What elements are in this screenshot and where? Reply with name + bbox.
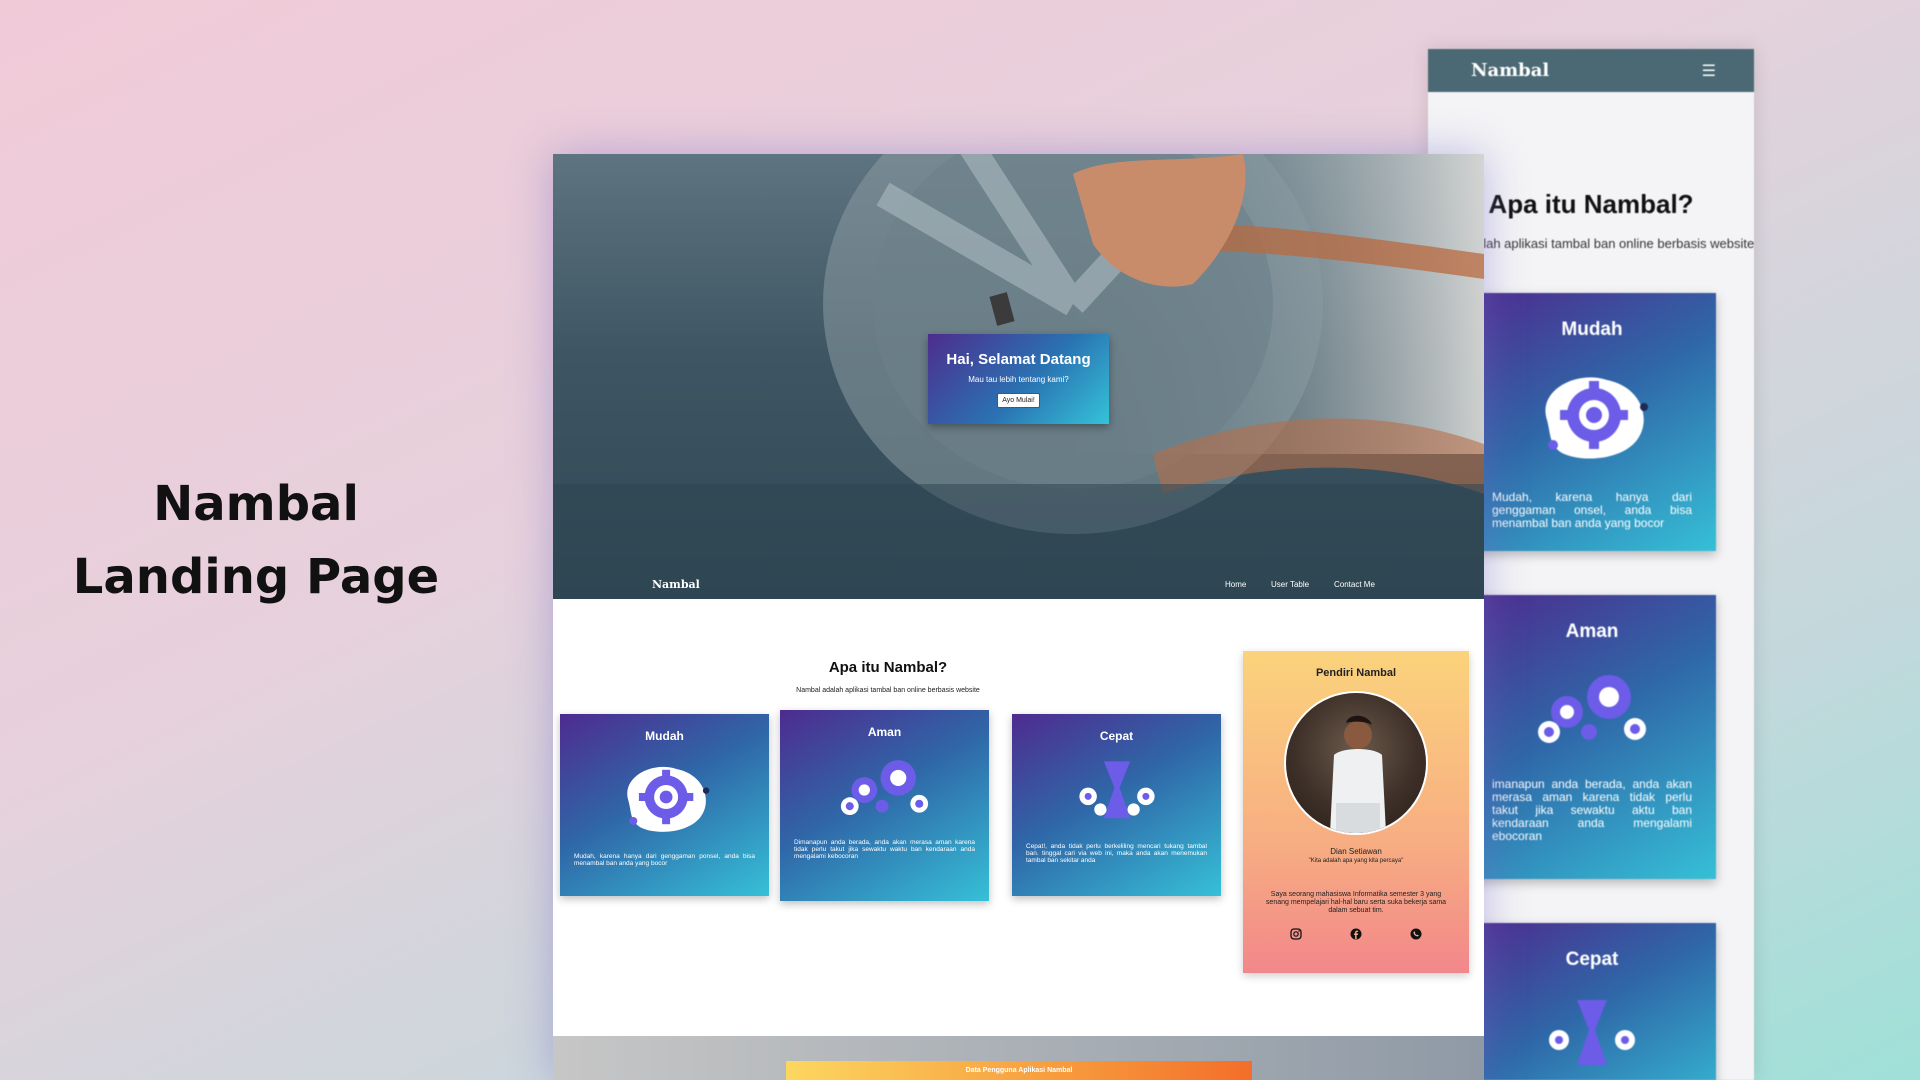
gear-blob-icon [627,766,710,832]
about-title: Apa itu Nambal? [828,659,948,676]
founder-photo [1330,715,1386,833]
mobile-card-aman: Aman imanapun anda berada, anda akan mer… [1468,595,1716,879]
desktop-navbar: Nambal Home User Table Contact Me [553,574,1484,599]
mobile-card-mudah: Mudah Mudah, karena hanya dari genggaman… [1468,293,1716,551]
founder-avatar [1284,691,1428,835]
whatsapp-icon[interactable] [1410,928,1422,940]
headline-line-1: Nambal [153,476,359,532]
facebook-icon[interactable] [1350,928,1362,940]
founder-heading: Pendiri Nambal [1315,667,1397,679]
card-desc: Cepat!, anda tidak perlu berkeliling men… [1026,843,1207,864]
mobile-navbar: Nambal ☰ [1428,49,1754,92]
mobile-card-title: Aman [1565,621,1619,642]
founder-card: Pendiri Nambal Dian Setiawan "Kita adala… [1243,651,1469,973]
desktop-mockup: Hai, Selamat Datang Mau tau lebih tentan… [553,154,1484,1080]
card-mudah: Mudah Mudah, karena hanya dari genggaman… [560,714,769,896]
card-title: Aman [867,725,902,739]
mobile-card-desc: imanapun anda berada, anda akan merasa a… [1492,777,1692,843]
founder-quote: "Kita adalah apa yang kita percaya" [1308,858,1404,864]
social-links [1243,928,1469,940]
gears-icon [840,760,929,816]
headline-line-2: Landing Page [72,549,440,605]
instagram-icon[interactable] [1290,928,1302,940]
founder-bio: Saya seorang mahasiswa Informatika semes… [1265,891,1447,914]
page-headline: Nambal Landing Page [40,468,472,614]
data-section: Data Pengguna Aplikasi Nambal [553,1036,1484,1080]
nav-link-contact-me[interactable]: Contact Me [1334,580,1375,589]
card-title: Cepat [1099,729,1134,743]
hamburger-icon[interactable]: ☰ [1702,61,1716,81]
card-aman: Aman Dimanapun anda berada, anda akan me… [780,710,989,901]
mobile-card-cepat: Cepat [1468,923,1716,1080]
desktop-brand[interactable]: Nambal [652,578,700,591]
gears-icon [1538,675,1646,743]
nav-link-user-table[interactable]: User Table [1271,580,1309,589]
welcome-title: Hai, Selamat Datang [946,351,1091,368]
mobile-about-subtitle: al adalah aplikasi tambal ban online ber… [1447,236,1754,251]
start-button[interactable]: Ayo Mulai! [997,393,1040,408]
gear-blob-icon [1545,377,1648,459]
hourglass-gears-icon [1549,1000,1635,1065]
about-subtitle: Nambal adalah aplikasi tambal ban online… [796,687,980,694]
hourglass-gears-icon [1078,761,1155,819]
mobile-card-title: Mudah [1561,319,1623,340]
mobile-card-desc: Mudah, karena hanya dari genggaman onsel… [1492,490,1692,530]
mobile-brand[interactable]: Nambal [1471,60,1549,81]
mobile-card-title: Cepat [1565,949,1619,970]
card-desc: Dimanapun anda berada, anda akan merasa … [794,839,975,860]
card-desc: Mudah, karena hanya dari genggaman ponse… [574,853,755,867]
card-cepat: Cepat Cepat!, anda tidak perlu berkelili… [1012,714,1221,896]
card-title: Mudah [645,729,684,743]
welcome-subtitle: Mau tau lebih tentang kami? [968,375,1069,384]
welcome-box: Hai, Selamat Datang Mau tau lebih tentan… [928,334,1109,424]
data-section-title: Data Pengguna Aplikasi Nambal [786,1061,1252,1080]
founder-name: Dian Setiawan [1330,847,1382,856]
hero-section: Hai, Selamat Datang Mau tau lebih tentan… [553,154,1484,599]
nav-link-home[interactable]: Home [1225,580,1246,589]
